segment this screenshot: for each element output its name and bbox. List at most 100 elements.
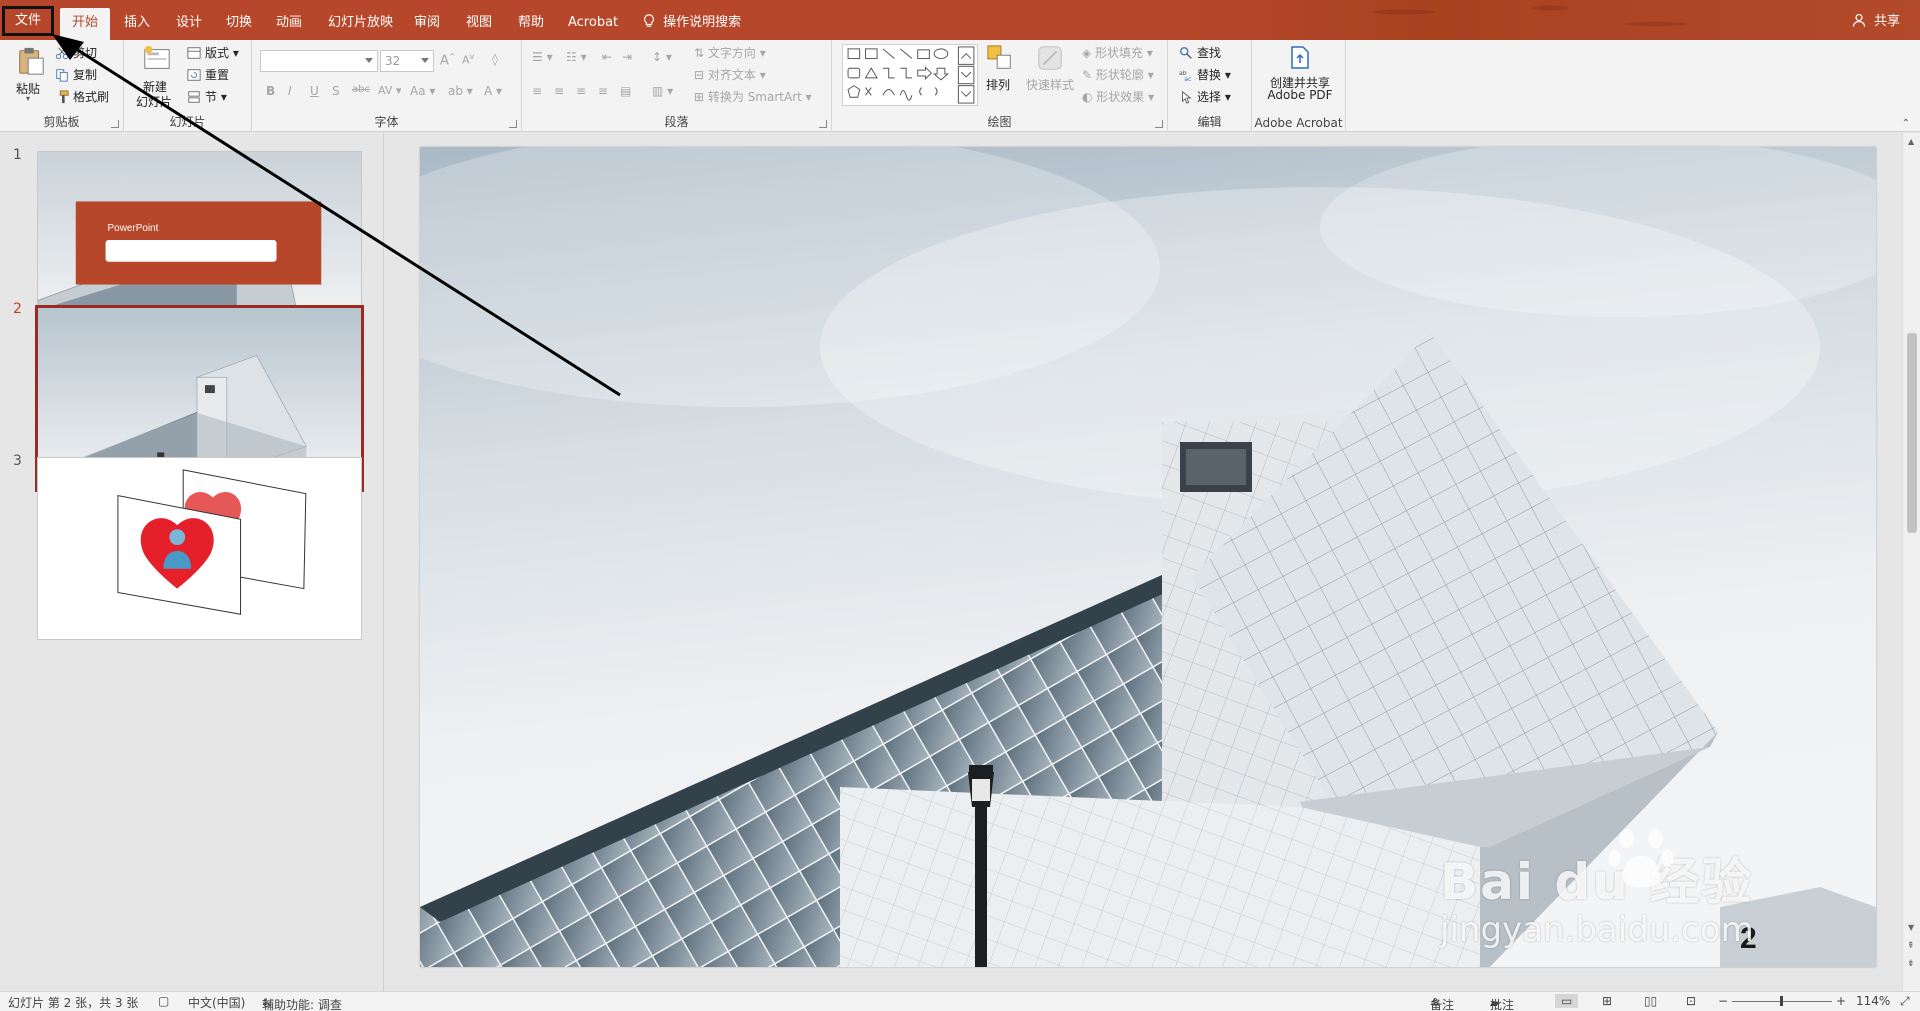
zoom-level[interactable]: 114% (1856, 994, 1890, 1008)
cursor-icon (1182, 90, 1192, 104)
tab-animations[interactable]: 动画 (264, 8, 314, 38)
slideshow-view-button[interactable]: ⊡ (1686, 994, 1696, 1008)
shrink-font-button[interactable]: Av (462, 52, 474, 67)
share-button[interactable]: 共享 (1852, 10, 1900, 29)
font-name-combo[interactable] (260, 50, 378, 72)
columns-button[interactable]: ▥ ▾ (652, 84, 673, 98)
fit-slide-icon[interactable]: ⤢ (1900, 994, 1910, 1009)
pen-icon: ✎ (1082, 68, 1096, 82)
clipboard-launcher-icon[interactable] (111, 120, 119, 128)
reading-view-button[interactable]: ▯▯ (1644, 994, 1657, 1008)
distribute-button[interactable]: ▤ (620, 84, 631, 98)
tab-file[interactable]: 文件 (2, 6, 54, 36)
find-button[interactable]: 查找 (1178, 44, 1221, 61)
format-painter-button[interactable]: 格式刷 (54, 88, 109, 105)
normal-view-button[interactable]: ▭ (1555, 994, 1579, 1008)
line-spacing-button[interactable]: ↕ ▾ (652, 50, 672, 64)
italic-button[interactable]: I (288, 84, 292, 98)
select-button[interactable]: 选择 ▾ (1178, 88, 1231, 105)
shape-effects-button[interactable]: ◐ 形状效果 ▾ (1082, 88, 1154, 105)
tell-me-search[interactable]: 操作说明搜索 (630, 8, 753, 38)
text-direction-button[interactable]: ⇅ 文字方向 ▾ (694, 44, 766, 61)
bullets-button[interactable]: ☰ ▾ (532, 50, 553, 64)
decrease-indent-button[interactable]: ⇤ (602, 50, 612, 64)
section-label: 节 (205, 90, 218, 104)
collapse-ribbon-icon[interactable]: ⌃ (1902, 118, 1910, 129)
clipboard-icon (19, 47, 44, 75)
person-icon (1852, 13, 1865, 27)
numbering-button[interactable]: ☷ ▾ (566, 50, 587, 64)
vertical-scrollbar[interactable]: ▲ ▼ ⇞ ⇟ (1902, 133, 1920, 991)
scroll-down-icon[interactable]: ▼ (1908, 923, 1914, 932)
justify-button[interactable]: ≡ (598, 84, 608, 98)
scrollbar-thumb[interactable] (1907, 333, 1917, 533)
previous-slide-icon[interactable]: ⇞ (1907, 941, 1915, 951)
zoom-in-button[interactable]: + (1836, 994, 1846, 1008)
text-direction-icon: ⇅ (694, 46, 708, 60)
bold-button[interactable]: B (266, 84, 275, 98)
zoom-slider-thumb[interactable] (1780, 996, 1783, 1006)
clear-formatting-icon[interactable]: ◊ (492, 52, 498, 66)
next-slide-icon[interactable]: ⇟ (1907, 959, 1915, 969)
tab-view[interactable]: 视图 (454, 8, 504, 38)
shadow-button[interactable]: S (332, 84, 340, 98)
change-case-button[interactable]: Aa ▾ (410, 84, 435, 98)
group-acrobat: 创建并共享 Adobe PDF Adobe Acrobat (1252, 40, 1346, 132)
tab-acrobat[interactable]: Acrobat (556, 8, 630, 38)
language-status[interactable]: 中文(中国) (188, 994, 245, 1011)
align-left-button[interactable]: ≡ (532, 84, 542, 98)
increase-indent-button[interactable]: ⇥ (622, 50, 632, 64)
align-text-button[interactable]: ⊟ 对齐文本 ▾ (694, 66, 766, 83)
tab-review[interactable]: 审阅 (402, 8, 452, 38)
group-paragraph: ☰ ▾ ☷ ▾ ⇤ ⇥ ↕ ▾ ⇅ 文字方向 ▾ ⊟ 对齐文本 ▾ ⊞ 转换为 … (522, 40, 832, 132)
quick-styles-button[interactable]: 快速样式 (1024, 42, 1076, 104)
zoom-out-button[interactable]: − (1718, 994, 1728, 1008)
tab-home[interactable]: 开始 (60, 8, 111, 40)
font-color-button[interactable]: A ▾ (484, 84, 502, 98)
layout-button[interactable]: 版式 ▾ (186, 44, 239, 61)
copy-button[interactable]: 复制 (54, 66, 97, 83)
new-slide-button[interactable]: 新建 幻灯片 (132, 44, 182, 109)
char-spacing-button[interactable]: AV ▾ (378, 84, 401, 97)
drawing-launcher-icon[interactable] (1155, 120, 1163, 128)
drawing-group-label: 绘图 (987, 115, 1012, 129)
arrange-icon (987, 45, 1011, 69)
clipboard-group-label: 剪贴板 (43, 115, 80, 129)
spellcheck-icon[interactable]: ▢ (158, 994, 169, 1008)
grow-font-button[interactable]: A^ (440, 52, 456, 68)
slide-number-3: 3 (13, 453, 22, 469)
strikethrough-button[interactable]: abc (352, 84, 370, 95)
workspace: 1 PowerPoint 2 3 2 Bai du 经验 jingyan.bai… (0, 133, 1920, 991)
highlight-button[interactable]: ab ▾ (448, 84, 473, 98)
shape-outline-button[interactable]: ✎ 形状轮廓 ▾ (1082, 66, 1154, 83)
create-share-pdf-button[interactable]: 创建并共享 Adobe PDF (1260, 44, 1340, 106)
font-size-combo[interactable]: 32 (380, 50, 434, 72)
slide-editor-canvas[interactable]: 2 Bai du 经验 jingyan.baidu.com (420, 147, 1876, 967)
align-center-button[interactable]: ≡ (554, 84, 564, 98)
arrange-button[interactable]: 排列 (982, 42, 1018, 104)
tab-insert[interactable]: 插入 (112, 8, 162, 38)
chevron-down-icon: ▾ (26, 94, 31, 103)
align-right-button[interactable]: ≡ (576, 84, 586, 98)
scroll-up-icon[interactable]: ▲ (1908, 137, 1914, 146)
pdf-share-icon (1291, 46, 1309, 69)
font-size-value: 32 (385, 54, 401, 68)
tab-transitions[interactable]: 切换 (214, 8, 264, 38)
section-button[interactable]: 节 ▾ (186, 88, 227, 105)
paintbrush-icon (59, 90, 69, 104)
cut-button[interactable]: 剪切 (54, 44, 97, 61)
slide-sorter-button[interactable]: ⊞ (1602, 994, 1612, 1008)
shape-fill-button[interactable]: ◈ 形状填充 ▾ (1082, 44, 1153, 61)
tab-slideshow[interactable]: 幻灯片放映 (316, 8, 405, 38)
paragraph-launcher-icon[interactable] (819, 120, 827, 128)
tab-help[interactable]: 帮助 (506, 8, 556, 38)
tab-design[interactable]: 设计 (164, 8, 214, 38)
replace-button[interactable]: ab ac 替换 ▾ (1178, 66, 1231, 83)
font-launcher-icon[interactable] (509, 120, 517, 128)
underline-button[interactable]: U (310, 84, 319, 98)
paste-button[interactable]: 粘贴 ▾ (10, 44, 50, 104)
shapes-gallery[interactable] (842, 44, 978, 106)
convert-smartart-button[interactable]: ⊞ 转换为 SmartArt ▾ (694, 88, 812, 105)
reset-button[interactable]: 重置 (186, 66, 229, 83)
slide-thumbnail-3[interactable] (37, 457, 362, 640)
